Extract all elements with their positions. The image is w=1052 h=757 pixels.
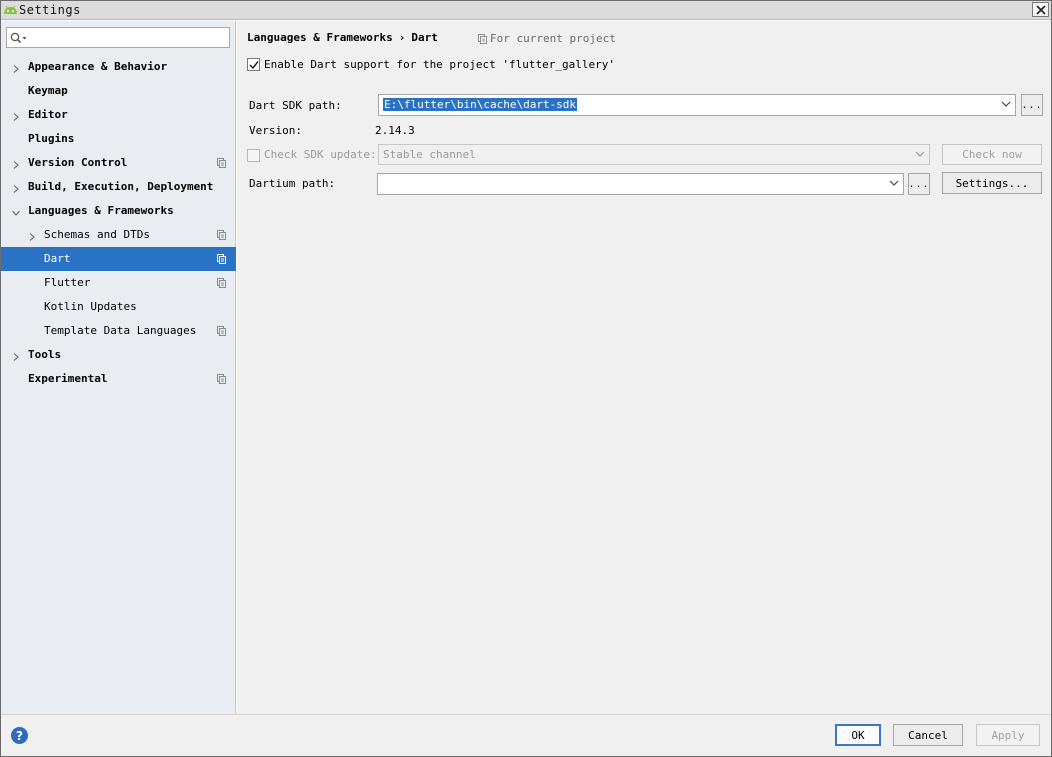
apply-button[interactable]: Apply [976, 724, 1040, 746]
cancel-button[interactable]: Cancel [893, 724, 963, 746]
sidebar-item-languages-frameworks[interactable]: Languages & Frameworks [1, 199, 236, 223]
breadcrumb-parent[interactable]: Languages & Frameworks [247, 31, 393, 44]
sidebar-item-tools[interactable]: Tools [1, 343, 236, 367]
search-field[interactable] [6, 27, 230, 48]
sidebar-item-label: Tools [28, 348, 62, 361]
settings-sidebar: Appearance & Behavior Keymap Editor Plugins… [1, 21, 236, 714]
project-scope-icon [217, 254, 226, 264]
version-label: Version: [249, 124, 302, 137]
project-scope-icon [217, 374, 226, 384]
chevron-right-icon[interactable] [12, 159, 20, 169]
dartium-path-combo[interactable] [377, 173, 904, 195]
sidebar-item-label: Template Data Languages [44, 324, 197, 337]
project-scope-icon [217, 230, 226, 240]
sidebar-item-label: Editor [28, 108, 68, 121]
project-scope-icon [217, 326, 226, 336]
sidebar-item-label: Version Control [28, 156, 128, 169]
breadcrumb: Languages & Frameworks › Dart [247, 31, 438, 44]
sidebar-item-appearance-behavior[interactable]: Appearance & Behavior [1, 55, 236, 79]
sidebar-item-experimental[interactable]: Experimental [1, 367, 236, 391]
chevron-right-icon[interactable] [12, 63, 20, 73]
dialog-footer: OK Cancel Apply [1, 714, 1051, 756]
sidebar-item-label: Build, Execution, Deployment [28, 180, 214, 193]
ok-button[interactable]: OK [835, 724, 881, 746]
sidebar-item-kotlin-updates[interactable]: Kotlin Updates [1, 295, 236, 319]
settings-tree: Appearance & Behavior Keymap Editor Plugins… [1, 55, 236, 391]
sidebar-item-label: Kotlin Updates [44, 300, 137, 313]
sidebar-item-version-control[interactable]: Version Control [1, 151, 236, 175]
sidebar-item-label: Plugins [28, 132, 75, 145]
chevron-down-icon [915, 151, 925, 157]
chevron-right-icon[interactable] [12, 351, 20, 361]
sidebar-item-label: Keymap [28, 84, 68, 97]
sdk-path-value: E:\flutter\bin\cache\dart-sdk [383, 98, 578, 111]
sdk-path-combo[interactable]: E:\flutter\bin\cache\dart-sdk [378, 94, 1016, 116]
dartium-path-input[interactable] [382, 176, 882, 192]
sdk-browse-button[interactable]: ... [1021, 94, 1043, 116]
android-icon [4, 5, 17, 14]
project-scope-icon [217, 278, 226, 288]
sdk-path-label: Dart SDK path: [249, 99, 342, 112]
sidebar-item-label: Experimental [28, 372, 108, 385]
checkmark-icon [249, 61, 259, 70]
sdk-path-input[interactable]: E:\flutter\bin\cache\dart-sdk [383, 98, 578, 111]
dart-settings-panel: Languages & Frameworks › Dart For current … [237, 21, 1051, 714]
breadcrumb-current: Dart [411, 31, 438, 44]
scope-note-text: For current project [490, 32, 616, 45]
version-value: 2.14.3 [375, 124, 415, 137]
chevron-right-icon[interactable] [12, 111, 20, 121]
close-button[interactable] [1032, 2, 1049, 17]
help-icon[interactable]: ? [11, 727, 28, 744]
sidebar-item-schemas-and-dtds[interactable]: Schemas and DTDs [1, 223, 236, 247]
sidebar-item-label: Languages & Frameworks [28, 204, 174, 217]
sidebar-item-label: Schemas and DTDs [44, 228, 150, 241]
window-title: Settings [19, 3, 81, 17]
update-channel-select[interactable]: Stable channel [378, 144, 930, 165]
sidebar-item-plugins[interactable]: Plugins [1, 127, 236, 151]
enable-dart-label[interactable]: Enable Dart support for the project 'flu… [264, 58, 615, 71]
project-scope-icon [478, 33, 487, 44]
chevron-right-icon[interactable] [28, 231, 36, 241]
enable-dart-checkbox[interactable] [247, 58, 260, 71]
dartium-settings-button[interactable]: Settings... [942, 172, 1042, 194]
check-sdk-update-label: Check SDK update: [264, 148, 377, 161]
search-input[interactable] [29, 29, 227, 46]
project-scope-icon [217, 158, 226, 168]
update-channel-value: Stable channel [383, 148, 476, 161]
title-bar: Settings [1, 1, 1051, 20]
close-icon [1035, 4, 1046, 15]
sidebar-item-keymap[interactable]: Keymap [1, 79, 236, 103]
sidebar-item-label: Flutter [44, 276, 91, 289]
sidebar-item-editor[interactable]: Editor [1, 103, 236, 127]
sidebar-item-label: Appearance & Behavior [28, 60, 168, 73]
sidebar-item-flutter[interactable]: Flutter [1, 271, 236, 295]
chevron-right-icon[interactable] [12, 183, 20, 193]
sidebar-item-build-execution-deployment[interactable]: Build, Execution, Deployment [1, 175, 236, 199]
sidebar-item-dart[interactable]: Dart [1, 247, 236, 271]
search-icon [10, 32, 27, 44]
dartium-browse-button[interactable]: ... [908, 173, 930, 195]
settings-window: Settings Appearance & Behavior Keymap Edit… [0, 0, 1052, 757]
breadcrumb-separator: › [398, 31, 406, 44]
sidebar-item-label: Dart [44, 252, 71, 265]
check-now-button[interactable]: Check now [942, 144, 1042, 165]
check-sdk-update-checkbox[interactable] [247, 149, 260, 162]
scope-note: For current project [478, 32, 616, 45]
chevron-down-icon[interactable] [889, 180, 899, 187]
dartium-path-label: Dartium path: [249, 177, 336, 190]
chevron-down-icon[interactable] [12, 207, 20, 216]
chevron-down-icon[interactable] [1001, 101, 1011, 108]
sidebar-item-template-data-languages[interactable]: Template Data Languages [1, 319, 236, 343]
